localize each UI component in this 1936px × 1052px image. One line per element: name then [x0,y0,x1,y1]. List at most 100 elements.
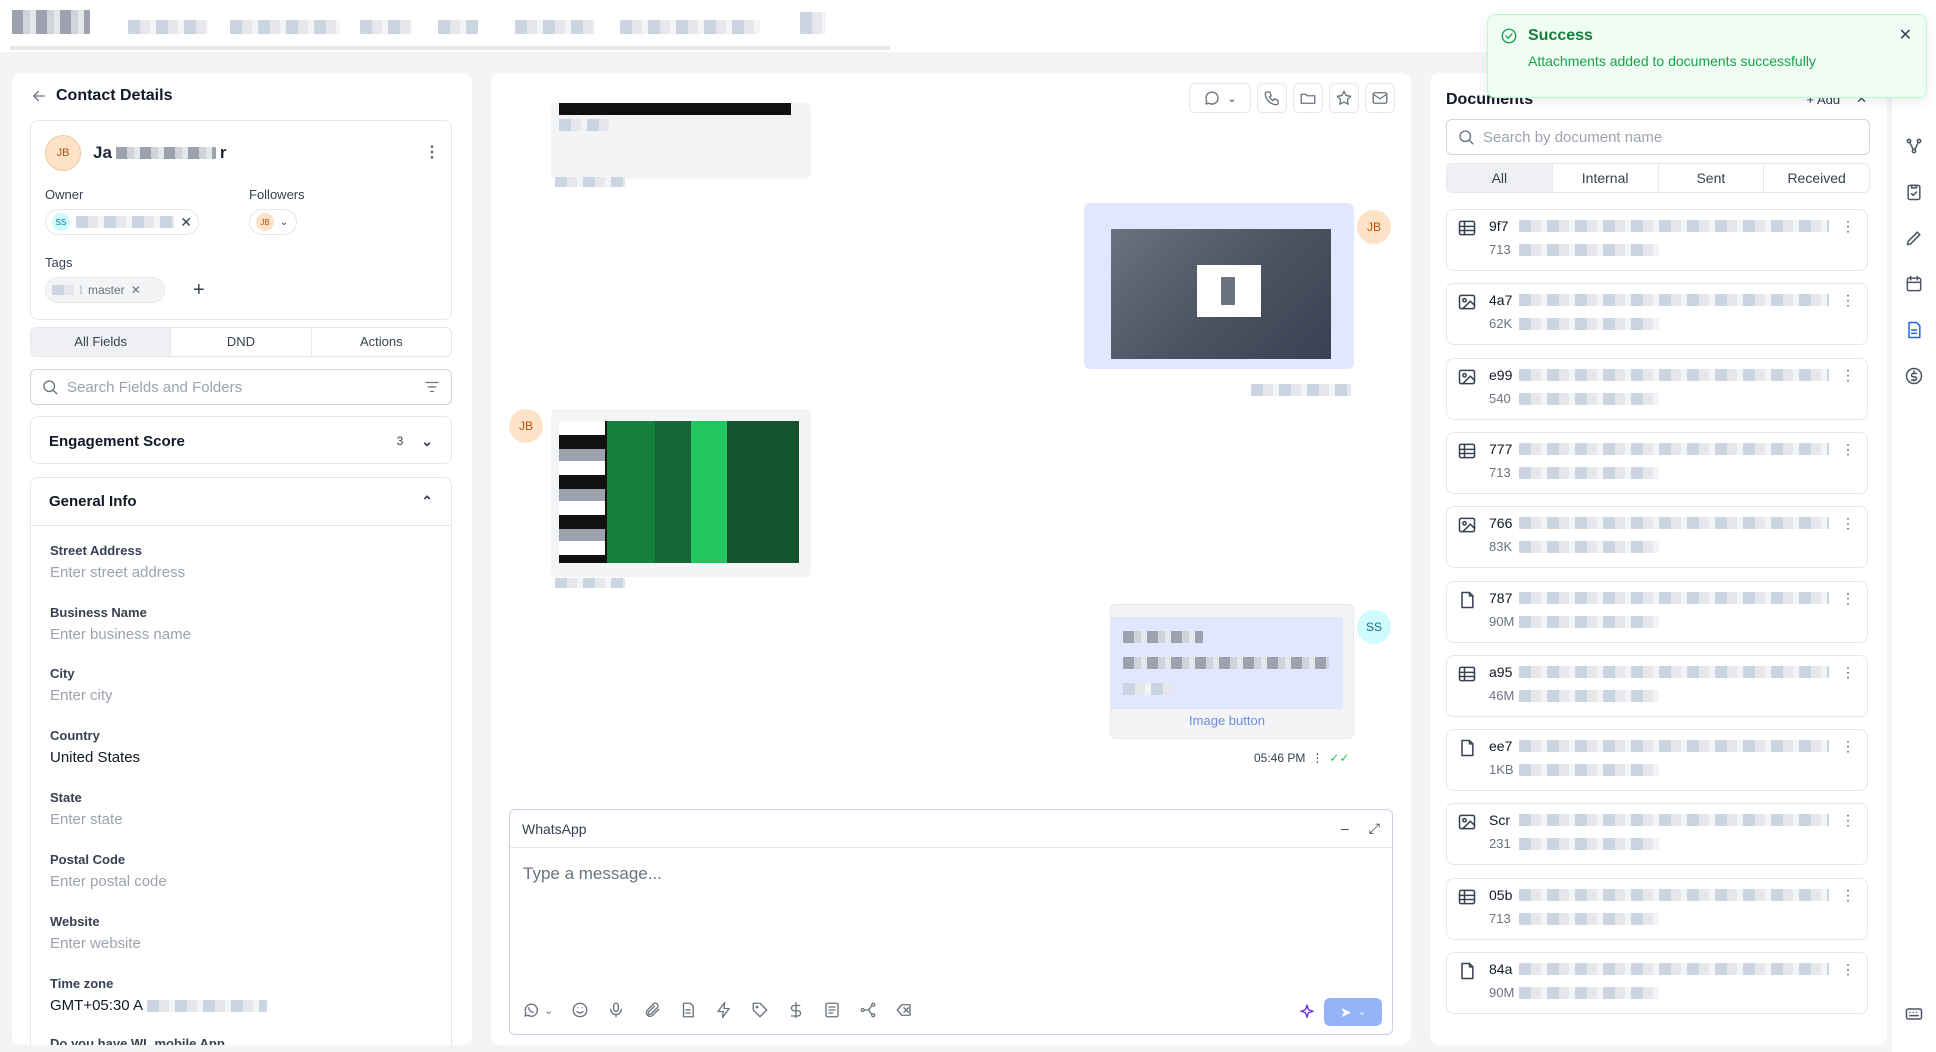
redacted-nav-item[interactable] [515,20,595,34]
microphone-icon[interactable] [607,1001,625,1019]
template-icon[interactable] [823,1001,841,1019]
more-options-icon[interactable]: ⋮ [1311,751,1323,765]
tab-sent[interactable]: Sent [1657,164,1764,192]
pencil-icon[interactable] [1904,228,1924,248]
image-button[interactable]: Image button [1111,713,1343,728]
message-bubble-incoming-image[interactable] [551,409,811,577]
image-icon [1457,292,1477,312]
clipboard-icon[interactable] [1904,182,1924,202]
tab-received[interactable]: Received [1763,164,1869,192]
image-thumbnail[interactable] [559,421,799,563]
more-options-icon[interactable]: ⋮ [1841,590,1855,607]
redacted-nav-item[interactable] [800,12,826,34]
calendar-icon[interactable] [1904,274,1924,294]
dollar-icon[interactable] [787,1001,805,1019]
workflow-icon[interactable] [859,1001,877,1019]
tab-all[interactable]: All [1447,164,1552,192]
state-input[interactable]: Enter state [50,811,430,828]
city-input[interactable]: Enter city [50,687,430,704]
redacted-document-name [1519,665,1829,678]
dollar-circle-icon[interactable] [1904,366,1924,386]
ai-sparkle-icon[interactable] [1298,1003,1316,1021]
engagement-score-section[interactable]: Engagement Score 3 ⌄ [30,416,452,464]
more-options-icon[interactable]: ⋮ [1841,515,1855,532]
tag-chip[interactable]: master ✕ [45,277,165,303]
field-search-input[interactable] [67,378,415,396]
more-options-icon[interactable]: ⋮ [1841,961,1855,978]
more-options-icon[interactable]: ⋮ [1841,812,1855,829]
document-item[interactable]: 777 713 ⋮ [1446,431,1868,494]
paperclip-icon[interactable] [643,1001,661,1019]
avatar: SS [1357,610,1391,644]
document-icon[interactable] [679,1001,697,1019]
document-item[interactable]: 05b 713 ⋮ [1446,877,1868,940]
street-address-input[interactable]: Enter street address [50,564,430,581]
lightning-icon[interactable] [715,1001,733,1019]
add-tag-icon[interactable]: + [193,279,205,302]
postal-code-input[interactable]: Enter postal code [50,873,430,890]
document-item[interactable]: ee7 1KB ⋮ [1446,729,1868,792]
more-options-icon[interactable]: ⋮ [1841,441,1855,458]
play-icon [1197,265,1261,317]
document-item[interactable]: 787 90M ⋮ [1446,580,1868,643]
website-input[interactable]: Enter website [50,935,430,952]
expand-icon[interactable]: ⤢ [1369,820,1380,837]
call-button[interactable] [1257,83,1287,113]
message-input[interactable] [510,848,1392,986]
more-options-icon[interactable]: ⋮ [1841,218,1855,235]
business-name-input[interactable]: Enter business name [50,626,430,643]
more-options-icon[interactable]: ⋮ [1841,738,1855,755]
document-item[interactable]: Scr 231 ⋮ [1446,803,1868,866]
document-item[interactable]: 9f7 713 ⋮ [1446,209,1868,271]
back-arrow-icon[interactable] [30,87,48,105]
message-bubble-outgoing-video[interactable] [1084,203,1354,369]
redacted-nav-item[interactable] [620,20,760,34]
more-options-icon[interactable]: ⋮ [1841,664,1855,681]
tab-actions[interactable]: Actions [310,328,451,356]
redacted-nav-item[interactable] [128,20,208,34]
redacted-logo [12,10,90,34]
send-button[interactable]: ➤ ⌄ [1324,998,1382,1026]
video-thumbnail[interactable] [1111,229,1331,359]
document-search-input[interactable] [1483,128,1859,146]
tag-icon[interactable] [751,1001,769,1019]
tab-all-fields[interactable]: All Fields [31,328,171,356]
more-options-icon[interactable]: ⋮ [1841,292,1855,309]
channel-selector[interactable]: ⌄ [522,1001,553,1019]
folder-button[interactable] [1293,83,1323,113]
channel-filter-dropdown[interactable]: ⌄ [1189,83,1251,113]
more-options-icon[interactable]: ⋮ [1841,367,1855,384]
share-nodes-icon[interactable] [1904,136,1924,156]
more-options-icon[interactable]: ⋮ [1841,887,1855,904]
remove-tag-icon[interactable]: ✕ [131,283,141,297]
owner-chip[interactable]: SS ✕ [45,209,199,235]
followers-dropdown[interactable]: JB ⌄ [249,209,297,235]
document-item[interactable]: e99 540 ⋮ [1446,357,1868,420]
filter-icon[interactable] [423,378,441,396]
message-bubble-outgoing-template[interactable]: Image button [1110,604,1354,739]
redacted-nav-item[interactable] [230,20,340,34]
remove-owner-icon[interactable]: ✕ [180,214,192,231]
minimize-icon[interactable]: – [1341,820,1349,837]
document-item[interactable]: 766 83K ⋮ [1446,506,1868,569]
close-icon[interactable]: ✕ [1899,25,1912,45]
more-options-icon[interactable] [423,143,441,161]
country-select[interactable]: United States [50,749,430,766]
time-zone-select[interactable]: GMT+05:30 A [50,997,430,1014]
email-button[interactable] [1365,83,1395,113]
general-info-header[interactable]: General Info ⌃ [31,478,451,526]
document-item[interactable]: a95 46M ⋮ [1446,654,1868,717]
redacted-nav-item[interactable] [438,20,478,34]
redacted-nav-item[interactable] [360,20,412,34]
document-item[interactable]: 84a 90M ⋮ [1446,952,1868,1014]
clear-icon[interactable] [895,1001,913,1019]
keyboard-icon[interactable] [1904,1004,1924,1024]
tab-internal[interactable]: Internal [1551,164,1658,192]
message-bubble-incoming[interactable] [551,103,811,179]
documents-icon[interactable] [1904,320,1924,340]
star-button[interactable] [1329,83,1359,113]
chevron-down-icon: ⌄ [421,432,433,449]
emoji-icon[interactable] [571,1001,589,1019]
document-item[interactable]: 4a7 62K ⋮ [1446,283,1868,346]
tab-dnd[interactable]: DND [170,328,310,356]
